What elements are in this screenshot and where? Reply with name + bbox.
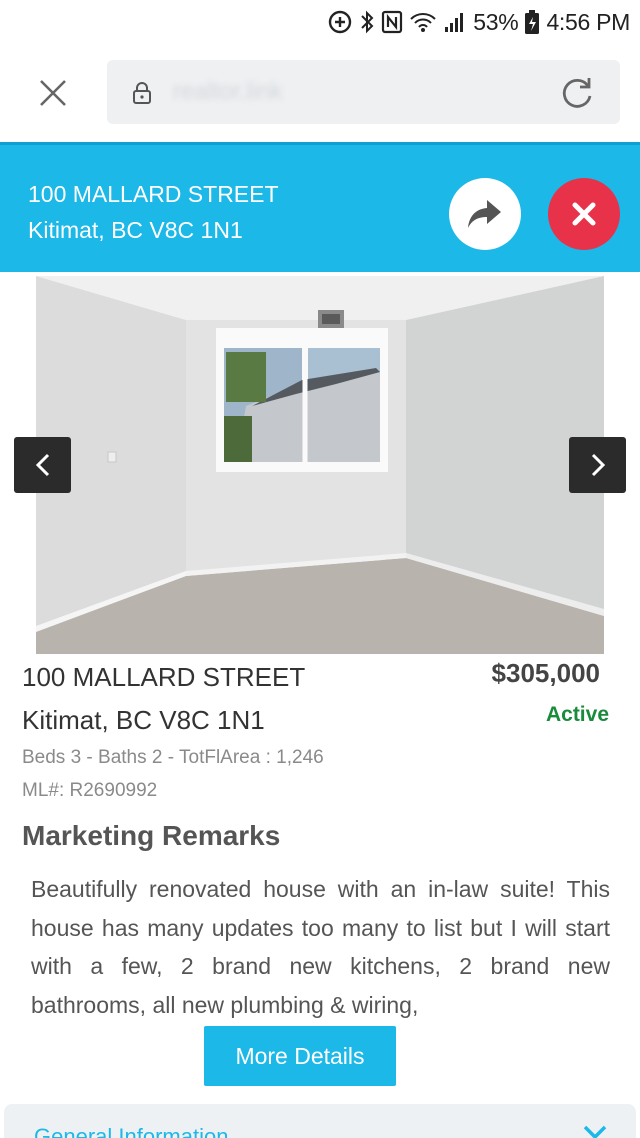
wifi-icon [409,10,437,34]
browser-toolbar: realtor.link [0,44,640,142]
status-bar: 53% 4:56 PM [0,0,640,44]
header-street: 100 MALLARD STREET [28,181,279,207]
nfc-icon [381,10,403,34]
lock-icon [133,82,151,104]
listing-photo[interactable] [36,276,604,654]
header-city: Kitimat, BC V8C 1N1 [28,217,243,243]
battery-percent: 53% [473,8,519,35]
listing-city: Kitimat, BC V8C 1N1 [22,705,265,735]
url-text: realtor.link [173,78,283,105]
listing-specs: Beds 3 - Baths 2 - TotFlArea : 1,246 [22,747,324,768]
listing-header: 100 MALLARD STREET Kitimat, BC V8C 1N1 [0,142,640,272]
room-photo [36,276,604,654]
listing-price: $305,000 [491,658,600,688]
chevron-down-icon [583,1125,607,1138]
data-saver-icon [327,9,353,35]
gallery-prev-button[interactable] [14,437,71,493]
close-tab-button[interactable] [34,74,72,112]
gallery-next-button[interactable] [569,437,626,493]
remarks-text: Beautifully renovated house with an in-l… [31,876,610,1018]
accordion-label: General Information [34,1124,229,1138]
signal-icon [443,10,467,34]
status-badge: Active [545,703,609,726]
status-icons: 53% 4:56 PM [327,6,630,38]
battery-icon [524,9,540,35]
share-arrow-icon [468,200,501,228]
reload-icon[interactable] [558,74,596,112]
close-listing-button[interactable] [548,178,620,250]
more-details-button[interactable]: More Details [204,1026,396,1086]
general-information-accordion[interactable]: General Information [4,1104,636,1138]
remarks-heading: Marketing Remarks [22,820,281,851]
listing-street: 100 MALLARD STREET [22,662,306,692]
chevron-left-icon [35,453,49,477]
share-button[interactable] [449,178,521,250]
clock: 4:56 PM [546,8,630,35]
close-icon [40,80,66,106]
bluetooth-icon [359,9,375,35]
listing-mls-number: ML#: R2690992 [22,780,158,801]
chevron-right-icon [591,453,605,477]
close-icon [572,202,596,226]
address-bar[interactable]: realtor.link [107,60,620,124]
